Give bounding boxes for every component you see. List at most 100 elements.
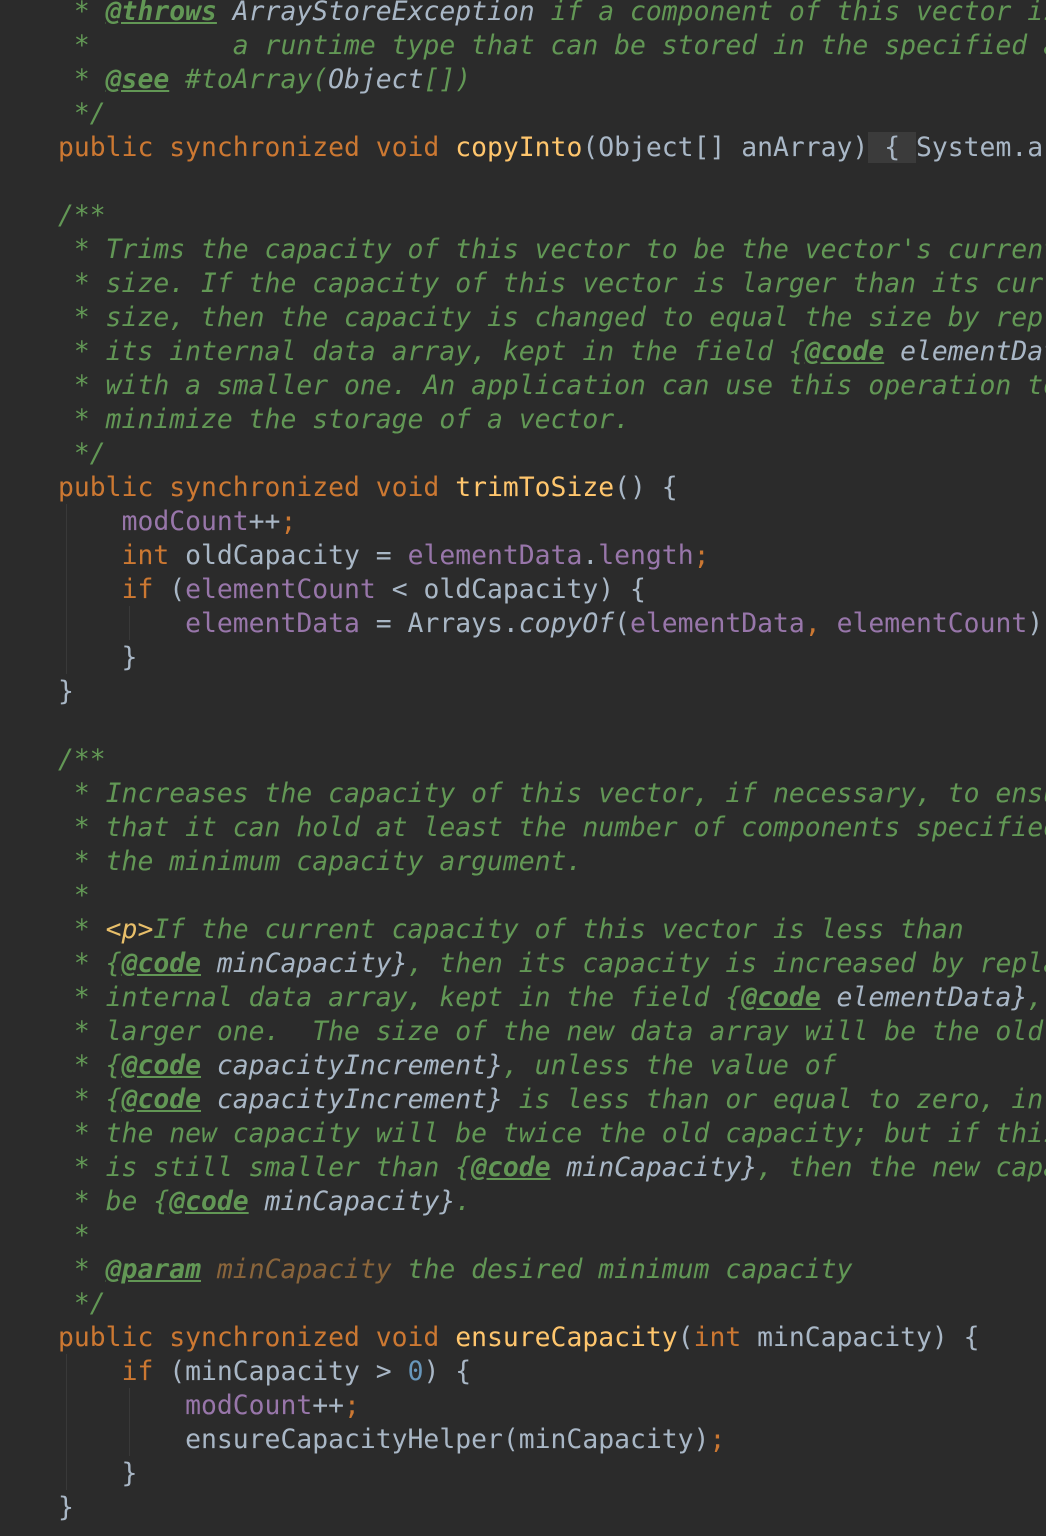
code-line[interactable]: ensureCapacityHelper(minCapacity); <box>58 1423 1046 1457</box>
code-line[interactable]: * <box>58 879 1046 913</box>
code-token: @see <box>105 64 170 95</box>
code-token: * { <box>58 1050 122 1081</box>
code-token: (minCapacity > <box>169 1356 408 1387</box>
code-token: int <box>693 1322 758 1353</box>
code-line[interactable]: * is still smaller than {@code minCapaci… <box>58 1151 1046 1185</box>
code-line[interactable]: * @param minCapacity the desired minimum… <box>58 1253 1046 1287</box>
code-token: * its internal data array, kept in the f… <box>58 336 789 367</box>
code-line[interactable]: * <box>58 1219 1046 1253</box>
code-token: (Object[] anArray) <box>582 132 869 163</box>
code-line[interactable]: /** <box>58 199 1046 233</box>
code-line[interactable]: * with a smaller one. An application can… <box>58 369 1046 403</box>
code-token: * minimize the storage of a vector. <box>58 404 630 435</box>
code-line[interactable]: * a runtime type that can be stored in t… <box>58 29 1046 63</box>
code-line[interactable]: * be {@code minCapacity}. <box>58 1185 1046 1219</box>
code-token: copyInto <box>455 132 583 163</box>
code-line[interactable]: * minimize the storage of a vector. <box>58 403 1046 437</box>
code-line[interactable]: * larger one. The size of the new data a… <box>58 1015 1046 1049</box>
code-line[interactable]: * @see #toArray(Object[]) <box>58 63 1046 97</box>
code-token: @code <box>121 1084 202 1115</box>
code-token: minCapacity) { <box>757 1322 980 1353</box>
code-line[interactable]: * size, then the capacity is changed to … <box>58 301 1046 335</box>
code-line[interactable]: * the new capacity will be twice the old… <box>58 1117 1046 1151</box>
code-line[interactable]: } <box>58 1457 1046 1491</box>
code-token: * size, then the capacity is changed to … <box>58 302 1046 333</box>
code-token: * the minimum capacity argument. <box>58 846 583 877</box>
code-line[interactable]: } <box>58 675 1046 709</box>
code-line[interactable]: ​ <box>58 165 1046 199</box>
code-token: the desired minimum capacity <box>391 1254 853 1285</box>
code-token: @param <box>105 1254 202 1285</box>
code-token: . <box>582 540 599 571</box>
code-token: modCount <box>185 1390 313 1421</box>
code-token: @code <box>741 982 821 1013</box>
code-line[interactable]: } <box>58 641 1046 675</box>
code-line[interactable]: int oldCapacity = elementData.length; <box>58 539 1046 573</box>
code-line[interactable]: * its internal data array, kept in the f… <box>58 335 1046 369</box>
code-token: */ <box>58 438 106 469</box>
code-token: #toArray( <box>169 64 329 95</box>
code-line[interactable]: * {@code capacityIncrement} is less than… <box>58 1083 1046 1117</box>
code-line[interactable]: */ <box>58 97 1046 131</box>
code-token: @code <box>804 336 885 367</box>
code-token: elementData} <box>900 336 1046 367</box>
code-token: oldCapacity = <box>185 540 408 571</box>
code-token: } <box>58 1492 74 1523</box>
code-token: * <box>58 914 106 945</box>
code-token: if a component of this vector is not of <box>550 0 1046 27</box>
code-line[interactable]: public synchronized void trimToSize() { <box>58 471 1046 505</box>
code-editor[interactable]: * @throws ArrayStoreException if a compo… <box>0 0 1046 1536</box>
code-line[interactable]: * {@code capacityIncrement}, unless the … <box>58 1049 1046 1083</box>
code-line[interactable]: ​ <box>58 709 1046 743</box>
code-token: * a runtime type that can be stored in t… <box>58 30 1046 61</box>
code-token: <p> <box>105 914 154 945</box>
code-token: If the current capacity of this vector i… <box>153 914 964 945</box>
code-token: { <box>788 336 805 367</box>
code-token: minCapacity} <box>248 1186 456 1217</box>
code-token: elementData <box>407 540 583 571</box>
code-line[interactable]: */ <box>58 437 1046 471</box>
code-token: * is still smaller than { <box>58 1152 472 1183</box>
code-line[interactable]: * the minimum capacity argument. <box>58 845 1046 879</box>
code-token: if <box>121 1356 170 1387</box>
code-token: ; <box>709 1424 726 1455</box>
code-token: public synchronized void <box>58 132 456 163</box>
code-token: @code <box>169 1186 249 1217</box>
code-token: capacityIncrement} <box>201 1084 503 1115</box>
code-token: ArrayStoreException <box>216 0 535 27</box>
code-line[interactable]: } <box>58 1491 1046 1525</box>
code-token: @code <box>121 1050 202 1081</box>
code-token: ; <box>280 506 297 537</box>
code-line[interactable]: * size. If the capacity of this vector i… <box>58 267 1046 301</box>
code-line[interactable]: * @throws ArrayStoreException if a compo… <box>58 0 1046 29</box>
code-line[interactable]: elementData = Arrays.copyOf(elementData,… <box>58 607 1046 641</box>
code-token: modCount <box>121 506 249 537</box>
code-token: ; <box>693 540 710 571</box>
code-token: length <box>598 540 694 571</box>
code-line[interactable]: modCount++; <box>58 1389 1046 1423</box>
code-line[interactable]: * that it can hold at least the number o… <box>58 811 1046 845</box>
code-token: ( <box>169 574 186 605</box>
code-line[interactable]: /** <box>58 743 1046 777</box>
code-line[interactable]: * <p>If the current capacity of this vec… <box>58 913 1046 947</box>
code-token: ( <box>677 1322 694 1353</box>
code-token: minCapacity} <box>550 1152 758 1183</box>
code-line[interactable]: */ <box>58 1287 1046 1321</box>
code-line[interactable]: * Increases the capacity of this vector,… <box>58 777 1046 811</box>
code-line[interactable]: if (elementCount < oldCapacity) { <box>58 573 1046 607</box>
code-line[interactable]: * {@code minCapacity}, then its capacity… <box>58 947 1046 981</box>
code-line[interactable]: public synchronized void copyInto(Object… <box>58 131 1046 165</box>
code-line[interactable]: if (minCapacity > 0) { <box>58 1355 1046 1389</box>
code-token: elementData} <box>820 982 1028 1013</box>
code-token: capacityIncrement} <box>201 1050 503 1081</box>
code-token: elementCount <box>836 608 1028 639</box>
code-token: , <box>804 608 837 639</box>
code-text-area[interactable]: * @throws ArrayStoreException if a compo… <box>58 0 1046 1525</box>
code-token: * <box>58 0 106 27</box>
code-line[interactable]: * internal data array, kept in the field… <box>58 981 1046 1015</box>
code-token: System.arraycopy <box>916 132 1046 163</box>
code-line[interactable]: modCount++; <box>58 505 1046 539</box>
code-token: public synchronized void <box>58 1322 456 1353</box>
code-line[interactable]: public synchronized void ensureCapacity(… <box>58 1321 1046 1355</box>
code-line[interactable]: * Trims the capacity of this vector to b… <box>58 233 1046 267</box>
